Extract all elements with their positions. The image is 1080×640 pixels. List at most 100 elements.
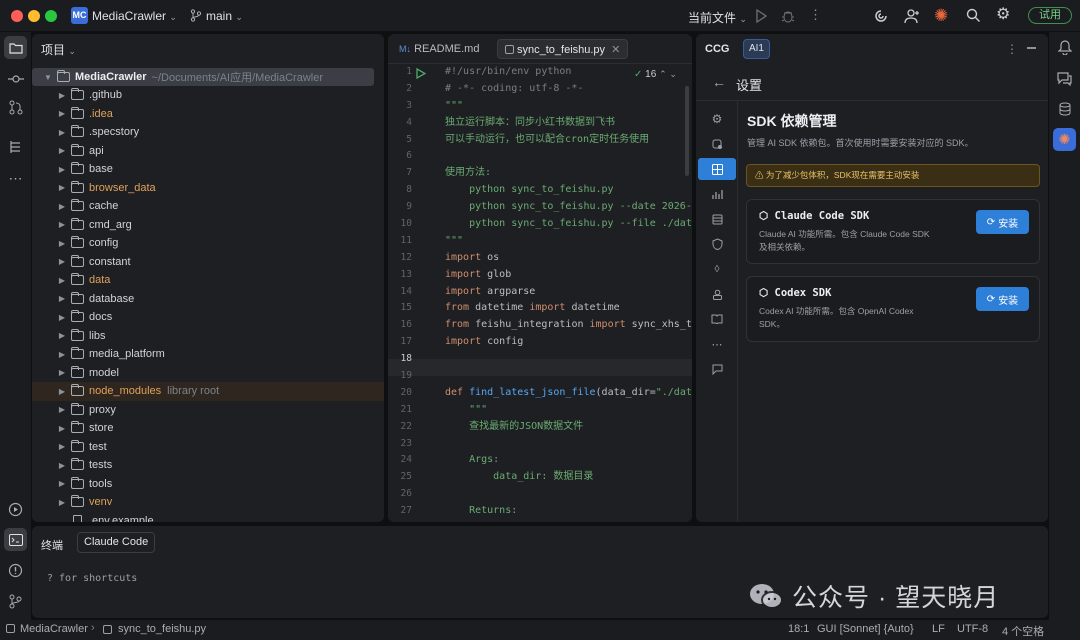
tree-item[interactable]: ▶ api: [32, 142, 384, 161]
tree-item[interactable]: ▶ database: [32, 290, 384, 309]
tree-item[interactable]: ▶ media_platform: [32, 345, 384, 364]
search-icon[interactable]: [966, 8, 981, 23]
claude-plugin-icon[interactable]: ✺: [1053, 128, 1076, 151]
tree-item-label: .github: [89, 89, 123, 102]
debug-icon[interactable]: [781, 8, 795, 23]
chevron-right-icon: ▶: [58, 479, 66, 489]
project-folder-icon[interactable]: [4, 36, 27, 59]
nav-feedback-icon[interactable]: [698, 358, 736, 380]
nav-shield-icon[interactable]: [698, 233, 736, 255]
run-icon[interactable]: [755, 9, 767, 23]
tree-item[interactable]: ▶ proxy: [32, 401, 384, 420]
nav-gear-icon[interactable]: ⚙: [698, 108, 736, 130]
project-switcher[interactable]: MediaCrawler ⌄: [92, 9, 177, 23]
tree-item[interactable]: ▶ cache: [32, 197, 384, 216]
nav-database-icon[interactable]: [698, 208, 736, 230]
close-window-button[interactable]: [11, 10, 23, 22]
minimize-panel-icon[interactable]: [1027, 47, 1036, 49]
tree-item[interactable]: ▶ tests: [32, 456, 384, 475]
install-claude-sdk-button[interactable]: ⟳ 安装: [976, 210, 1029, 234]
tree-item-label: libs: [89, 329, 106, 342]
breadcrumb-file[interactable]: sync_to_feishu.py: [118, 623, 206, 635]
tab-readme[interactable]: M↓ README.md: [392, 39, 486, 59]
tab-ai1[interactable]: AI1: [743, 39, 770, 59]
back-arrow-icon[interactable]: ←: [712, 74, 726, 90]
install-codex-sdk-button[interactable]: ⟳ 安装: [976, 287, 1029, 311]
pull-request-icon[interactable]: [4, 96, 27, 119]
project-panel: 项目 ⌄ ▼ MediaCrawler ~/Documents/AI应用/Med…: [32, 34, 384, 522]
tree-item[interactable]: ▶ cmd_arg: [32, 216, 384, 235]
nav-provider-icon[interactable]: [698, 133, 736, 155]
ai-chat-icon[interactable]: [1053, 67, 1076, 90]
zoom-window-button[interactable]: [45, 10, 57, 22]
tree-item[interactable]: ▶ venv: [32, 493, 384, 512]
nav-book-icon[interactable]: [698, 308, 736, 330]
add-user-icon[interactable]: [904, 8, 920, 24]
settings-nav: ⚙ ◊ ⋯: [696, 100, 738, 522]
notifications-icon[interactable]: [1053, 36, 1076, 59]
nav-agent-icon[interactable]: ◊: [698, 258, 736, 280]
nav-sdk-icon[interactable]: [698, 158, 736, 180]
line-ending[interactable]: LF: [932, 623, 945, 635]
code-line: python sync_to_feishu.py --date 2026-: [445, 201, 692, 213]
tree-item-label: .idea: [89, 107, 113, 120]
tree-item[interactable]: ▶ test: [32, 438, 384, 457]
tree-item[interactable]: ▶ constant: [32, 253, 384, 272]
more-icon[interactable]: ⋮: [1006, 42, 1018, 56]
model-indicator[interactable]: GUI [Sonnet] {Auto}: [817, 623, 914, 635]
tree-item[interactable]: ▶ .idea: [32, 105, 384, 124]
tree-item-label: tools: [89, 477, 113, 490]
problems-icon[interactable]: [4, 559, 27, 582]
nav-usage-icon[interactable]: [698, 183, 736, 205]
structure-icon[interactable]: [4, 135, 27, 158]
line-number: 23: [400, 437, 412, 449]
project-panel-header[interactable]: 项目 ⌄: [41, 41, 76, 58]
database-icon[interactable]: [1053, 97, 1076, 120]
run-config-selector[interactable]: 当前文件 ⌄: [688, 9, 747, 26]
indent-setting[interactable]: 4 个空格: [1002, 623, 1044, 639]
ai-assistant-icon[interactable]: [873, 8, 889, 24]
more-icon[interactable]: ⋮: [809, 8, 822, 21]
tree-item[interactable]: ▶ .github: [32, 86, 384, 105]
tree-item[interactable]: ▶ browser_data: [32, 179, 384, 198]
tree-item[interactable]: ▶ .specstory: [32, 123, 384, 142]
gear-icon[interactable]: ⚙: [996, 7, 1010, 23]
tab-claude-code[interactable]: Claude Code: [77, 532, 156, 553]
nav-more-icon[interactable]: ⋯: [698, 333, 736, 355]
tree-item[interactable]: ▶ libs: [32, 327, 384, 346]
package-icon: ⬡: [759, 210, 769, 222]
tab-sync-to-feishu[interactable]: sync_to_feishu.py ✕: [497, 39, 629, 59]
branch-switcher[interactable]: main ⌄: [206, 9, 243, 23]
trial-button[interactable]: 试用: [1028, 7, 1072, 24]
tree-item[interactable]: ▶ store: [32, 419, 384, 438]
close-tab-icon[interactable]: ✕: [611, 44, 620, 56]
claude-sparkle-icon[interactable]: ✺: [934, 7, 948, 24]
line-number: 24: [400, 454, 412, 466]
commit-icon[interactable]: [4, 67, 27, 90]
services-icon[interactable]: [4, 498, 27, 521]
tree-root[interactable]: ▼ MediaCrawler ~/Documents/AI应用/MediaCra…: [32, 68, 374, 86]
code-line: import os: [445, 251, 500, 263]
file-encoding[interactable]: UTF-8: [957, 623, 988, 635]
more-tools-icon[interactable]: ⋯: [4, 167, 27, 190]
tree-item[interactable]: .env.example: [32, 512, 384, 522]
minimize-window-button[interactable]: [28, 10, 40, 22]
tree-item[interactable]: ▶ config: [32, 234, 384, 253]
breadcrumb-project[interactable]: MediaCrawler: [20, 623, 88, 635]
tree-item[interactable]: ▶ base: [32, 160, 384, 179]
breadcrumb-separator-icon: ›: [91, 622, 95, 634]
terminal-prompt[interactable]: ? for shortcuts: [47, 573, 137, 584]
tree-item[interactable]: ▶ tools: [32, 475, 384, 494]
nav-skills-icon[interactable]: [698, 283, 736, 305]
folder-icon: [71, 199, 84, 212]
git-icon[interactable]: [4, 590, 27, 613]
code-line: 查找最新的JSON数据文件: [445, 420, 584, 432]
terminal-icon[interactable]: [4, 528, 27, 551]
tree-item[interactable]: ▶ node_modules library root: [32, 382, 384, 401]
chevron-right-icon: ▶: [58, 460, 66, 470]
caret-position[interactable]: 18:1: [788, 623, 809, 635]
tree-item[interactable]: ▶ data: [32, 271, 384, 290]
tree-item[interactable]: ▶ model: [32, 364, 384, 383]
code-area[interactable]: #!/usr/bin/env python # -*- coding: utf-…: [445, 64, 692, 520]
tree-item[interactable]: ▶ docs: [32, 308, 384, 327]
